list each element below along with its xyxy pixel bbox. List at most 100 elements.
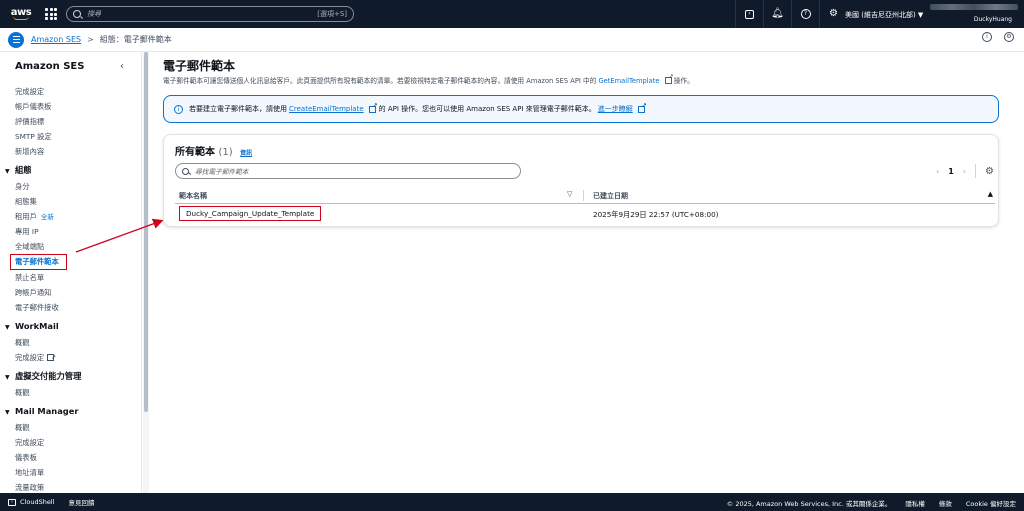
pagination: ‹ 1 › ⚙ [936, 164, 994, 178]
sidebar-section-vdm[interactable]: ▼ 虛擬交付能力管理 [5, 368, 140, 385]
get-email-template-link[interactable]: GetEmailTemplate [598, 77, 659, 85]
terms-link[interactable]: 條款 [939, 498, 952, 508]
external-link-icon [368, 102, 378, 113]
account-menu[interactable]: DuckyHuang [930, 2, 1020, 26]
region-selector[interactable]: 美國 (維吉尼亞州北部) ▼ [845, 10, 923, 20]
created-date-cell: 2025年9月29日 22:57 (UTC+08:00) [593, 210, 719, 219]
column-header-template-name[interactable]: 範本名稱 [179, 191, 207, 201]
caret-down-icon: ▼ [5, 374, 10, 381]
sidebar-item-label: 租用戶 [15, 212, 37, 221]
settings-icon[interactable]: ⚙ [1004, 32, 1014, 42]
section-label: 組態 [15, 165, 32, 175]
sidebar-item-global-endpoints[interactable]: 全域端點 [15, 239, 140, 254]
template-filter-input[interactable]: 尋找電子郵件範本 [175, 163, 521, 179]
feedback-link[interactable]: 意見回饋 [68, 497, 94, 507]
search-icon [182, 167, 189, 175]
bell-icon: 🔔︎ [771, 8, 784, 19]
sidebar-item-account-dashboard[interactable]: 帳戶儀表板 [15, 99, 140, 114]
copyright-text: © 2025, Amazon Web Services, Inc. 或其關係企業… [726, 500, 892, 508]
side-nav-toggle[interactable] [8, 31, 24, 48]
cloudshell-button[interactable]: › [735, 0, 763, 28]
section-label: WorkMail [15, 321, 59, 331]
external-link-icon [47, 350, 56, 365]
sidebar-item-workmail-setup[interactable]: 完成設定 [15, 350, 140, 365]
sidebar-scrollbar[interactable] [143, 52, 149, 493]
cloudshell-footer-button[interactable]: › CloudShell [8, 498, 54, 506]
sidebar-item-reputation-metrics[interactable]: 評價指標 [15, 114, 140, 129]
sidebar-item-mm-dashboard[interactable]: 儀表板 [15, 450, 140, 465]
divider [975, 164, 977, 178]
cloudshell-label: CloudShell [20, 498, 55, 506]
learn-more-link[interactable]: 進一步瞭解 [598, 104, 633, 114]
table-title: 所有範本 (1) 資訊 [175, 143, 252, 158]
collapse-sidebar-icon[interactable]: ‹ [120, 61, 124, 72]
breadcrumb-separator: > [87, 35, 94, 44]
page-title: 電子郵件範本 [163, 59, 236, 73]
filter-placeholder: 尋找電子郵件範本 [195, 168, 249, 176]
table-header: 範本名稱 ▽ 已建立日期 ▲ [175, 187, 995, 204]
search-shortcut-hint: [選項+S] [317, 10, 347, 18]
console-footer: › CloudShell 意見回饋 © 2025, Amazon Web Ser… [0, 493, 1024, 511]
help-icon: ? [800, 9, 811, 19]
sidebar-item-email-receiving[interactable]: 電子郵件接收 [15, 300, 140, 315]
templates-table-panel: 所有範本 (1) 資訊 尋找電子郵件範本 ‹ 1 › ⚙ 範本名稱 ▽ 已建立日… [163, 134, 999, 227]
sort-down-icon[interactable]: ▽ [567, 190, 572, 198]
search-placeholder: 搜尋 [87, 10, 101, 18]
column-divider [583, 190, 584, 201]
gear-icon: ⚙ [829, 8, 838, 19]
sort-up-icon[interactable]: ▲ [988, 190, 993, 198]
table-preferences-icon[interactable]: ⚙ [985, 166, 994, 177]
alert-text-middle: 的 API 操作。您也可以使用 Amazon SES API 來管理電子郵件範本… [378, 105, 596, 113]
sidebar-item-cross-account-notifications[interactable]: 跨帳戶通知 [15, 285, 140, 300]
sidebar-item-suppression-list[interactable]: 禁止名單 [15, 270, 140, 285]
current-page[interactable]: 1 [948, 167, 954, 176]
sidebar-item-mm-traffic-policies[interactable]: 流量政策 [15, 480, 140, 493]
sidebar-item-email-templates[interactable]: 電子郵件範本 [10, 254, 67, 270]
sidebar-item-mm-setup[interactable]: 完成設定 [15, 435, 140, 450]
sidebar-section-mail-manager[interactable]: ▼ Mail Manager [5, 403, 140, 420]
sidebar-item-vdm-overview[interactable]: 概觀 [15, 385, 140, 400]
info-link[interactable]: 資訊 [240, 150, 252, 157]
info-icon: i [174, 104, 183, 114]
column-header-created-date[interactable]: 已建立日期 [593, 191, 628, 201]
privacy-link[interactable]: 隱私權 [905, 498, 925, 508]
template-name-cell[interactable]: Ducky_Campaign_Update_Template [179, 206, 322, 221]
sidebar-item-smtp-settings[interactable]: SMTP 設定 [15, 129, 140, 144]
search-icon [73, 10, 81, 18]
info-icon[interactable]: i [982, 32, 992, 42]
sidebar-item-workmail-overview[interactable]: 概觀 [15, 335, 140, 350]
sidebar-item-mm-address-lists[interactable]: 地址清單 [15, 465, 140, 480]
sidebar-item-mm-overview[interactable]: 概觀 [15, 420, 140, 435]
next-page-icon[interactable]: › [963, 167, 966, 176]
description-text: 電子郵件範本可讓您傳送個人化訊息給客戶。此頁面提供所有現有範本的清單。若要檢視特… [163, 77, 597, 85]
alert-text: 若要建立電子郵件範本，請使用 [189, 105, 287, 113]
breadcrumb-amazon-ses[interactable]: Amazon SES [31, 35, 81, 44]
caret-down-icon: ▼ [5, 409, 10, 416]
global-search-input[interactable]: 搜尋 [選項+S] [66, 6, 354, 22]
sidebar-item-identities[interactable]: 身分 [15, 179, 140, 194]
cookie-preferences-link[interactable]: Cookie 偏好設定 [966, 498, 1016, 508]
sidebar-section-configuration[interactable]: ▼ 組態 [5, 162, 140, 179]
sidebar-item-dedicated-ips[interactable]: 專用 IP [15, 224, 140, 239]
redacted-account-id [930, 4, 1018, 10]
aws-smile-icon [13, 16, 29, 20]
settings-button[interactable]: ⚙ [819, 0, 847, 28]
sidebar-item-configuration-sets[interactable]: 組態集 [15, 194, 140, 209]
scrollbar-thumb[interactable] [144, 52, 148, 412]
notifications-button[interactable]: 🔔︎ [763, 0, 791, 28]
new-badge: 全新 [40, 213, 54, 221]
table-row[interactable]: Ducky_Campaign_Update_Template 2025年9月29… [175, 204, 995, 224]
top-navigation: aws 搜尋 [選項+S] › 🔔︎ ? ⚙ 美國 (維吉尼亞州北部) ▼ Du… [0, 0, 1024, 28]
sidebar-item-tenants[interactable]: 租用戶 全新 [15, 209, 140, 224]
sidebar-section-workmail[interactable]: ▼ WorkMail [5, 318, 140, 335]
previous-page-icon[interactable]: ‹ [936, 167, 939, 176]
terminal-icon: › [745, 9, 754, 19]
aws-logo[interactable]: aws [4, 0, 38, 28]
help-button[interactable]: ? [791, 0, 819, 28]
services-menu-icon[interactable] [42, 5, 60, 23]
sidebar-item-setup[interactable]: 完成設定 [15, 84, 140, 99]
create-email-template-link[interactable]: CreateEmailTemplate [289, 105, 364, 113]
description-suffix: 操作。 [673, 77, 694, 85]
sidebar-item-whats-new[interactable]: 新增內容 [15, 144, 140, 159]
info-alert: i 若要建立電子郵件範本，請使用 CreateEmailTemplate 的 A… [163, 95, 999, 123]
